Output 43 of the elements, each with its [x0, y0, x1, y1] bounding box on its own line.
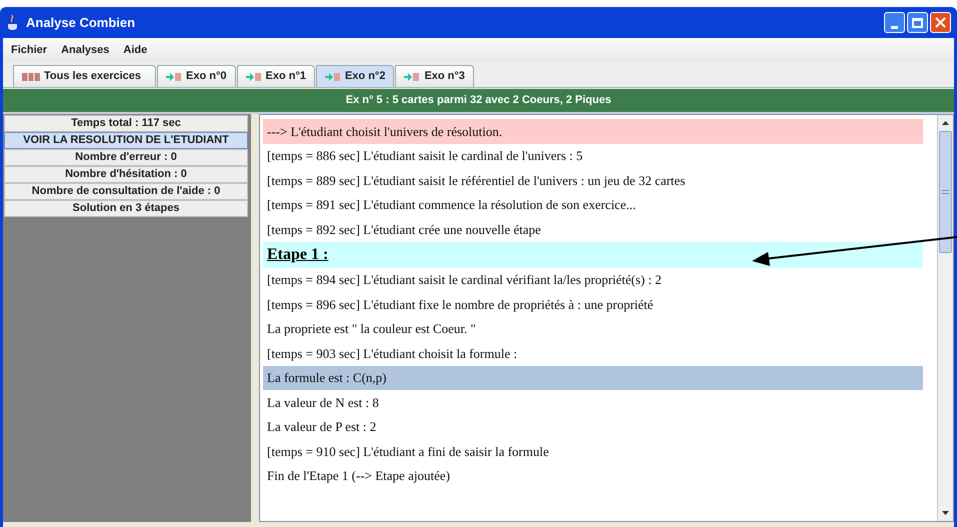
log-line: La valeur de N est : 8 [266, 394, 380, 412]
tab[interactable]: Exo n°3 [395, 65, 474, 87]
sidebar-item[interactable]: Nombre de consultation de l'aide : 0 [4, 183, 248, 200]
arrow-document-icon [166, 72, 182, 82]
log-line: [temps = 889 sec] L'étudiant saisit le référentiel de l'univers : un jeu de 32 cartes [266, 172, 686, 190]
log-line: [temps = 896 sec] L'étudiant fixe le nombre de propriétés à : une propriété [266, 296, 654, 314]
tab[interactable]: Tous les exercices [13, 65, 156, 87]
arrow-document-icon [246, 72, 262, 82]
sidebar-item[interactable]: Nombre d'hésitation : 0 [4, 166, 248, 183]
up-arrow-icon [942, 121, 949, 125]
close-button[interactable] [930, 12, 951, 33]
log-line: Fin de l'Etape 1 (--> Etape ajoutée) [266, 467, 451, 485]
log-line: La propriete est " la couleur est Coeur. " [266, 320, 477, 338]
sidebar-item[interactable]: Temps total : 117 sec [4, 115, 248, 132]
arrow-document-icon [404, 72, 420, 82]
log-line: [temps = 910 sec] L'étudiant a fini de saisir la formule [266, 442, 550, 461]
tab[interactable]: Exo n°0 [157, 65, 236, 87]
tab[interactable]: Exo n°1 [236, 65, 315, 87]
log-line: [temps = 891 sec] L'étudiant commence la résolution de son exercice... [266, 196, 637, 214]
step-heading: Etape 1 : [263, 242, 923, 268]
close-icon [935, 17, 946, 28]
minimize-button[interactable] [884, 12, 905, 33]
book-icon [22, 72, 40, 82]
sidebar-item[interactable]: VOIR LA RESOLUTION DE L'ETUDIANT [4, 132, 248, 149]
maximize-button[interactable] [907, 12, 928, 33]
log-line: [temps = 886 sec] L'étudiant saisit le cardinal de l'univers : 5 [266, 147, 584, 165]
cup-icon [6, 14, 20, 30]
arrow-document-icon [324, 72, 341, 82]
scrollbar[interactable] [937, 115, 953, 521]
window-title: Analyse Combien [26, 14, 136, 32]
scroll-thumb[interactable] [939, 131, 952, 253]
sidebar-item[interactable]: Nombre d'erreur : 0 [4, 149, 248, 166]
sidebar-item[interactable]: Solution en 3 étapes [4, 200, 248, 217]
log-line: La valeur de P est : 2 [266, 418, 378, 436]
tab[interactable]: Exo n°2 [316, 65, 394, 87]
log-line: [temps = 892 sec] L'étudiant crée une nouvelle étape [266, 220, 542, 239]
log-line: [temps = 894 sec] L'étudiant saisit le cardinal vérifiant la/les propriété(s) : 2 [266, 271, 662, 289]
log-line: [temps = 903 sec] L'étudiant choisit la formule : [266, 344, 518, 363]
menu-item[interactable]: Fichier [11, 42, 48, 58]
menu-item[interactable]: Aide [123, 42, 148, 58]
exercise-header: Ex n° 5 : 5 cartes parmi 32 avec 2 Coeurs, 2 Piques [3, 89, 954, 112]
menu-item[interactable]: Analyses [61, 42, 110, 58]
down-arrow-icon [942, 511, 949, 515]
